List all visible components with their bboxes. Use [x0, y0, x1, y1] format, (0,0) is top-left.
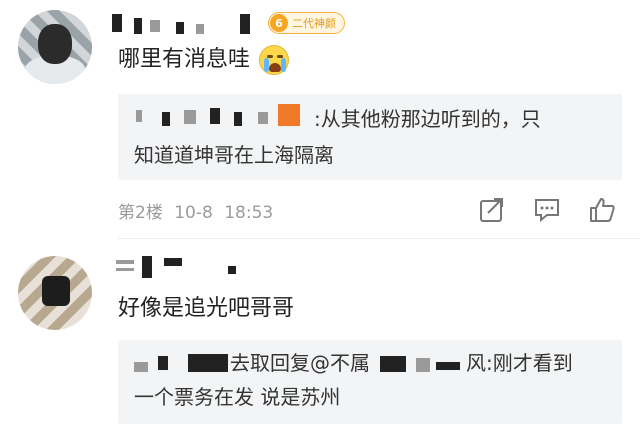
- badge-level: 6: [270, 14, 288, 32]
- comment-meta: 第2楼 10-8 18:53: [118, 198, 279, 223]
- comment-body: 哪里有消息哇: [118, 47, 251, 72]
- reply-text-line1: :从其他粉那边听到的，只: [314, 107, 541, 131]
- reply-text-line1-prefix: 去取回复@不属: [230, 351, 370, 375]
- comment-time: 18:53: [224, 203, 274, 223]
- reply-text-line2: 一个票务在发 说是苏州: [134, 385, 341, 409]
- fan-level-badge[interactable]: 6 二代神颜: [268, 12, 345, 34]
- avatar[interactable]: [18, 10, 92, 84]
- avatar[interactable]: [18, 256, 92, 330]
- crying-emoji-icon: [259, 45, 290, 75]
- comment-thread: 6 二代神颜 哪里有消息哇 :从其他粉那边听到的，只 知道道坤哥在上海隔离 第2…: [0, 0, 640, 442]
- reply-text-line1-suffix: 风:刚才看到: [466, 351, 573, 375]
- floor-number: 第2楼: [118, 203, 163, 223]
- like-icon[interactable]: [588, 196, 616, 224]
- comment-icon[interactable]: [533, 196, 561, 224]
- comment-text: 好像是追光吧哥哥: [118, 296, 295, 321]
- share-icon[interactable]: [478, 196, 506, 224]
- badge-label: 二代神颜: [292, 17, 336, 30]
- reply-box[interactable]: :从其他粉那边听到的，只 知道道坤哥在上海隔离: [118, 94, 622, 180]
- reply-text-line2: 知道道坤哥在上海隔离: [134, 143, 334, 167]
- divider: [118, 238, 640, 239]
- comment-date: 10-8: [174, 203, 213, 223]
- comment-text: 哪里有消息哇: [118, 44, 290, 76]
- reply-box[interactable]: 去取回复@不属 风:刚才看到 一个票务在发 说是苏州: [118, 340, 622, 424]
